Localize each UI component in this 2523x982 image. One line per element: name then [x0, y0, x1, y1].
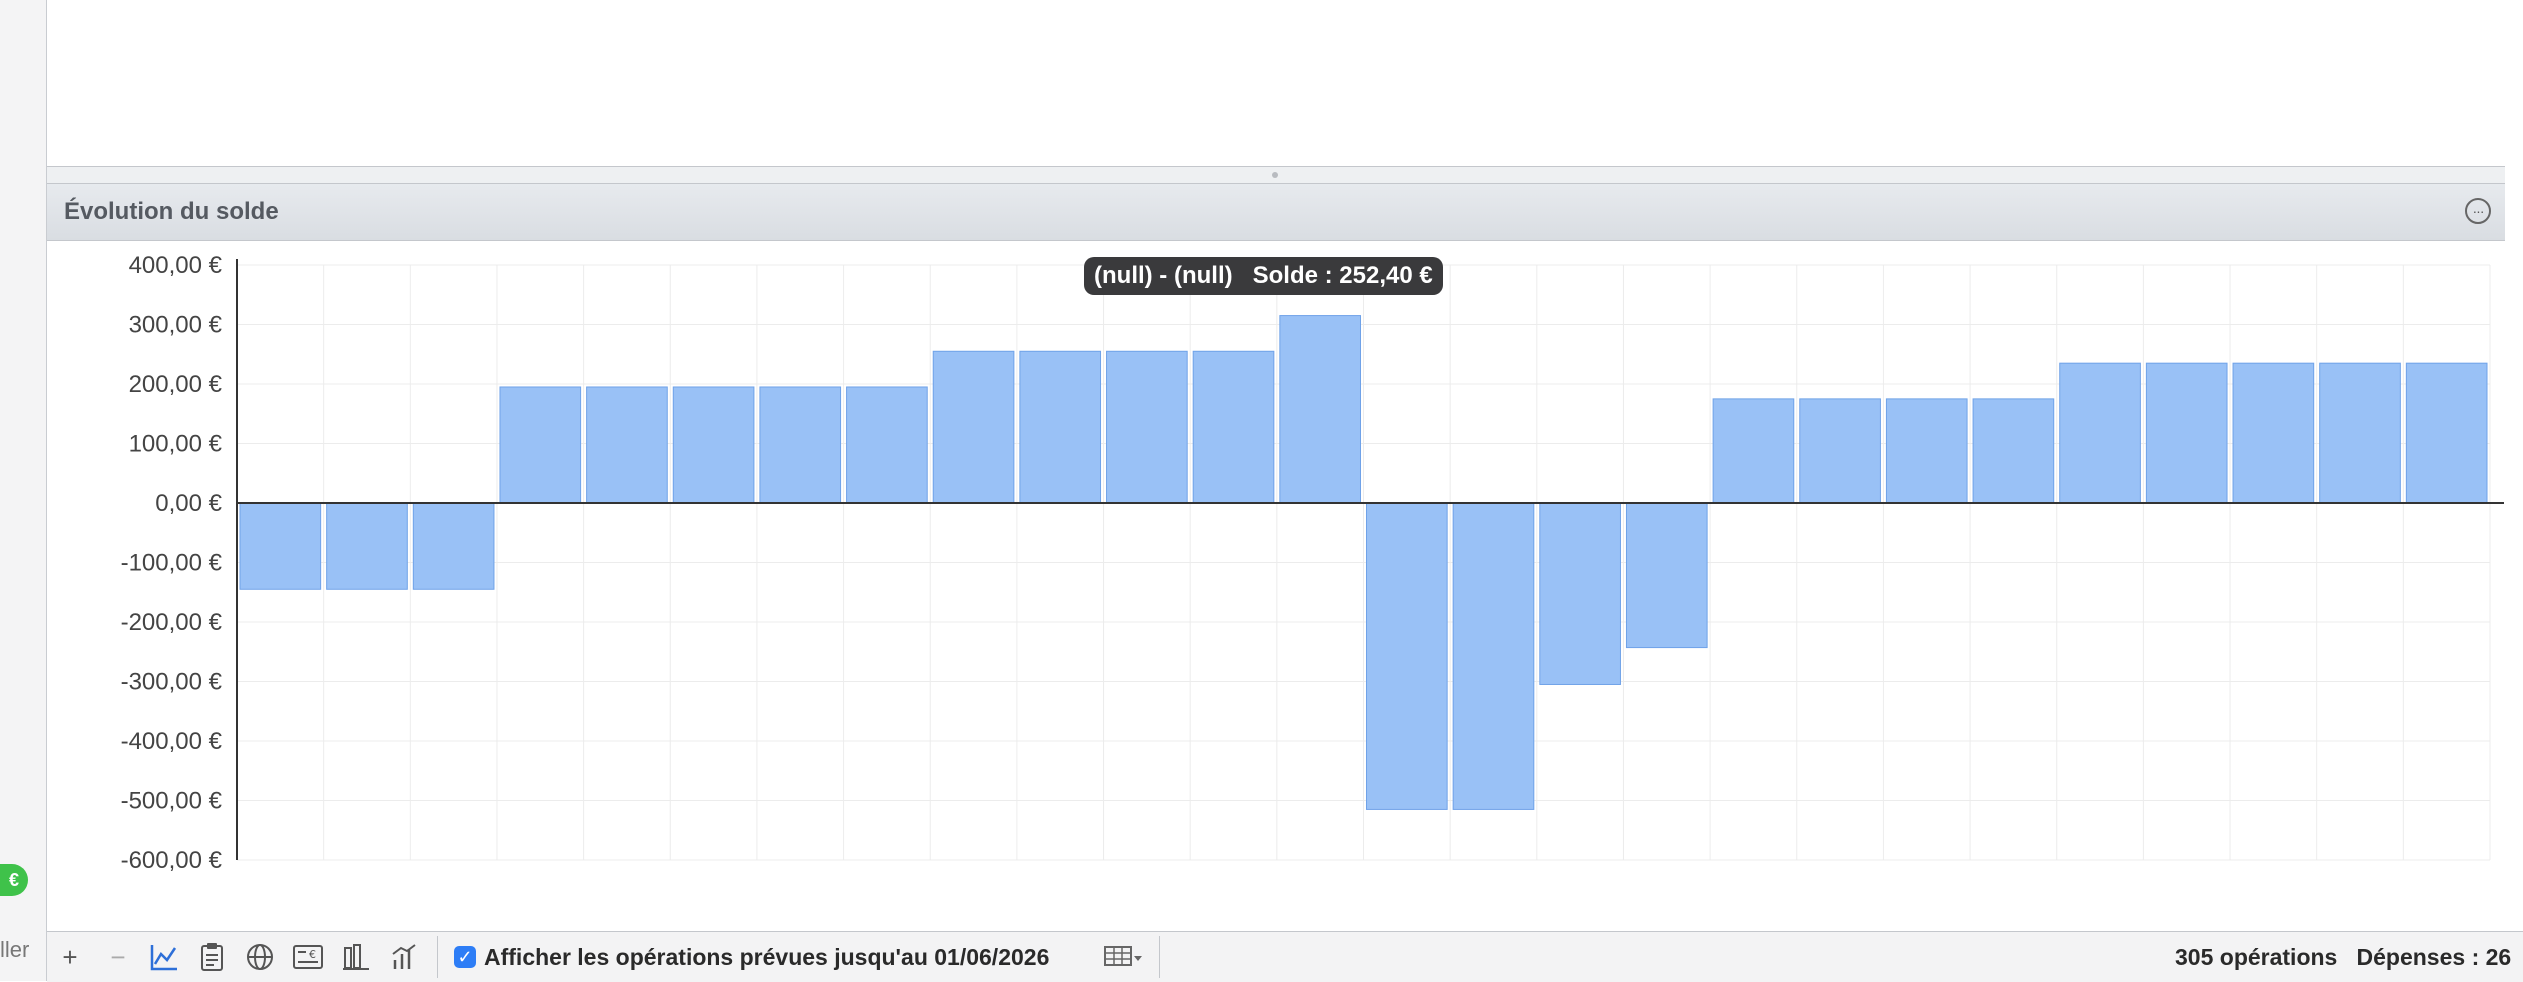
check-euro-icon: €: [293, 945, 323, 969]
y-tick-label: -600,00 €: [121, 847, 223, 874]
minus-icon: −: [110, 941, 126, 972]
chart-bar[interactable]: [2059, 362, 2141, 504]
chart-tooltip: (null) - (null) Solde : 252,40 €: [1084, 257, 1443, 295]
chart-bar[interactable]: [1452, 502, 1535, 810]
chart-bar[interactable]: [1106, 350, 1188, 504]
chart-bar[interactable]: [1712, 398, 1795, 504]
chart-bar[interactable]: [846, 386, 928, 504]
chart-bar[interactable]: [1972, 398, 2055, 504]
y-tick-label: 300,00 €: [129, 312, 223, 339]
chart-bar[interactable]: [1192, 350, 1275, 504]
splitter-handle-icon[interactable]: [1272, 172, 1278, 178]
panel-title: Évolution du solde: [64, 198, 279, 225]
table-dropdown-button[interactable]: [1103, 942, 1145, 972]
globe-icon: [247, 944, 273, 970]
chart-bar[interactable]: [1279, 315, 1362, 504]
show-planned-checkbox[interactable]: ✓: [454, 946, 476, 968]
chart-bar[interactable]: [2405, 362, 2488, 504]
chart-bar[interactable]: [239, 502, 322, 590]
chart-bar[interactable]: [759, 386, 842, 504]
chart-bar[interactable]: [326, 502, 408, 590]
bars-button[interactable]: [339, 940, 373, 974]
y-tick-label: 0,00 €: [155, 490, 222, 517]
bottom-toolbar: + − € ✓ Afficher les opérations prévues …: [47, 931, 2523, 982]
chart-svg: 400,00 € 300,00 € 200,00 € 100,00 € 0,00 € -1…: [121, 252, 2504, 874]
chart-bar[interactable]: [586, 386, 668, 504]
clipboard-icon: [201, 943, 223, 971]
remove-button[interactable]: −: [101, 940, 135, 974]
show-planned-label[interactable]: Afficher les opérations prévues jusqu'au…: [484, 944, 1049, 971]
chart-bar[interactable]: [932, 350, 1015, 504]
y-tick-label: -100,00 €: [121, 550, 223, 577]
sidebar-cut-label: ller: [0, 937, 30, 962]
chart-bar[interactable]: [1799, 398, 1881, 504]
chart-bar[interactable]: [2232, 362, 2315, 504]
toolbar-divider: [1159, 936, 1160, 978]
toolbar-divider: [437, 936, 438, 978]
chart-bar[interactable]: [412, 502, 495, 590]
chart-bar[interactable]: [2319, 362, 2401, 504]
bar-chart-icon: [392, 944, 416, 969]
chart-bar[interactable]: [2145, 362, 2228, 504]
svg-text:€: €: [309, 948, 316, 961]
bar-chart-button[interactable]: [387, 940, 421, 974]
clipboard-button[interactable]: [195, 940, 229, 974]
add-button[interactable]: +: [53, 940, 87, 974]
y-tick-label: -300,00 €: [121, 669, 223, 696]
globe-button[interactable]: [243, 940, 277, 974]
plus-icon: +: [62, 941, 78, 972]
y-tick-label: 400,00 €: [129, 252, 223, 279]
y-tick-label: -200,00 €: [121, 609, 223, 636]
table-dropdown-icon: [1104, 946, 1142, 966]
checkmark-icon: ✓: [457, 946, 473, 967]
chart-bar[interactable]: [1625, 502, 1708, 649]
balance-chart: 400,00 € 300,00 € 200,00 € 100,00 € 0,00 € -1…: [47, 241, 2505, 931]
chart-bar[interactable]: [499, 386, 582, 504]
pane-splitter[interactable]: [47, 167, 2505, 184]
sidebar-strip: € ller: [0, 0, 47, 981]
y-tick-label: 200,00 €: [129, 371, 223, 398]
check-euro-button[interactable]: €: [291, 940, 325, 974]
chart-bar[interactable]: [672, 386, 755, 504]
y-tick-label: 100,00 €: [129, 431, 223, 458]
y-tick-label: -500,00 €: [121, 788, 223, 815]
y-tick-label: -400,00 €: [121, 728, 223, 755]
chart-line-button[interactable]: [147, 940, 181, 974]
bars-icon: [343, 944, 369, 970]
chart-bar[interactable]: [1885, 398, 1968, 504]
chart-panel-header: Évolution du solde ···: [47, 184, 2505, 241]
chart-bar[interactable]: [1539, 502, 1621, 685]
top-pane: [47, 0, 2505, 167]
chart-bar[interactable]: [1366, 502, 1448, 810]
ellipsis-circle-icon[interactable]: ···: [2465, 198, 2491, 224]
chart-bar[interactable]: [1019, 350, 1102, 504]
balance-badge: €: [0, 864, 28, 896]
line-chart-icon: [150, 945, 177, 971]
status-summary: 305 opérations Dépenses : 26: [2175, 944, 2512, 970]
